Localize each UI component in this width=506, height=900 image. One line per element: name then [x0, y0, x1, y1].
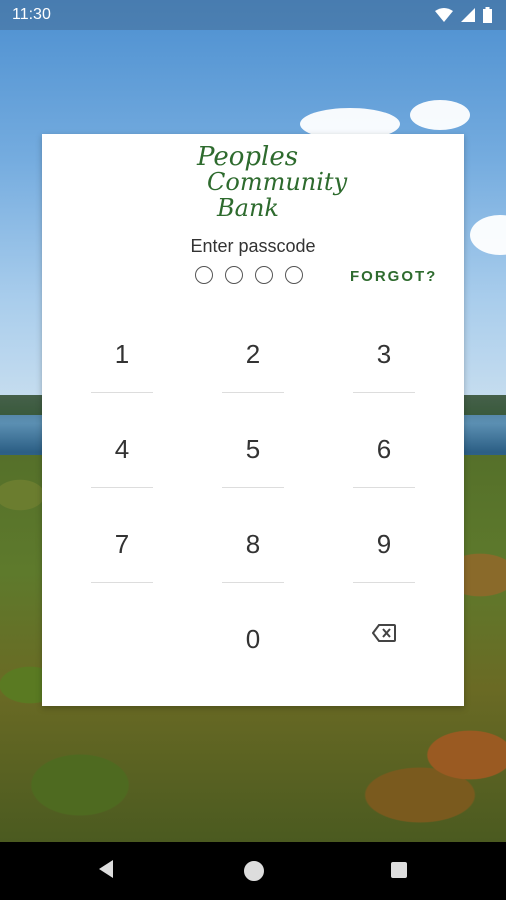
- backspace-icon[interactable]: [371, 624, 396, 642]
- passcode-dot: [255, 266, 273, 284]
- logo-line-2: Community: [207, 168, 348, 196]
- key-2[interactable]: 2: [222, 319, 284, 393]
- key-0[interactable]: 0: [222, 604, 284, 674]
- passcode-dot: [285, 266, 303, 284]
- logo-line-1: Peoples: [197, 142, 299, 172]
- recents-icon[interactable]: [390, 861, 408, 884]
- passcode-card: Peoples Community Bank Enter passcode FO…: [42, 134, 464, 706]
- key-6[interactable]: 6: [353, 414, 415, 488]
- passcode-prompt: Enter passcode: [190, 236, 316, 256]
- key-4[interactable]: 4: [91, 414, 153, 488]
- key-1[interactable]: 1: [91, 319, 153, 393]
- passcode-dot: [225, 266, 243, 284]
- bank-logo: Peoples Community Bank: [197, 142, 347, 224]
- status-time: 11:30: [12, 6, 51, 23]
- back-icon[interactable]: [97, 859, 115, 884]
- logo-line-3: Bank: [217, 194, 279, 222]
- battery-icon: [483, 7, 492, 23]
- cloud: [410, 100, 470, 130]
- wifi-icon: [435, 8, 453, 22]
- forgot-passcode-button[interactable]: FORGOT?: [350, 268, 437, 285]
- key-9[interactable]: 9: [353, 509, 415, 583]
- signal-icon: [461, 8, 475, 22]
- key-5[interactable]: 5: [222, 414, 284, 488]
- key-8[interactable]: 8: [222, 509, 284, 583]
- key-3[interactable]: 3: [353, 319, 415, 393]
- status-bar: 11:30: [0, 0, 506, 30]
- passcode-dot: [195, 266, 213, 284]
- passcode-dots: [195, 266, 303, 284]
- key-7[interactable]: 7: [91, 509, 153, 583]
- navigation-bar: [0, 842, 506, 900]
- home-icon[interactable]: [243, 860, 265, 887]
